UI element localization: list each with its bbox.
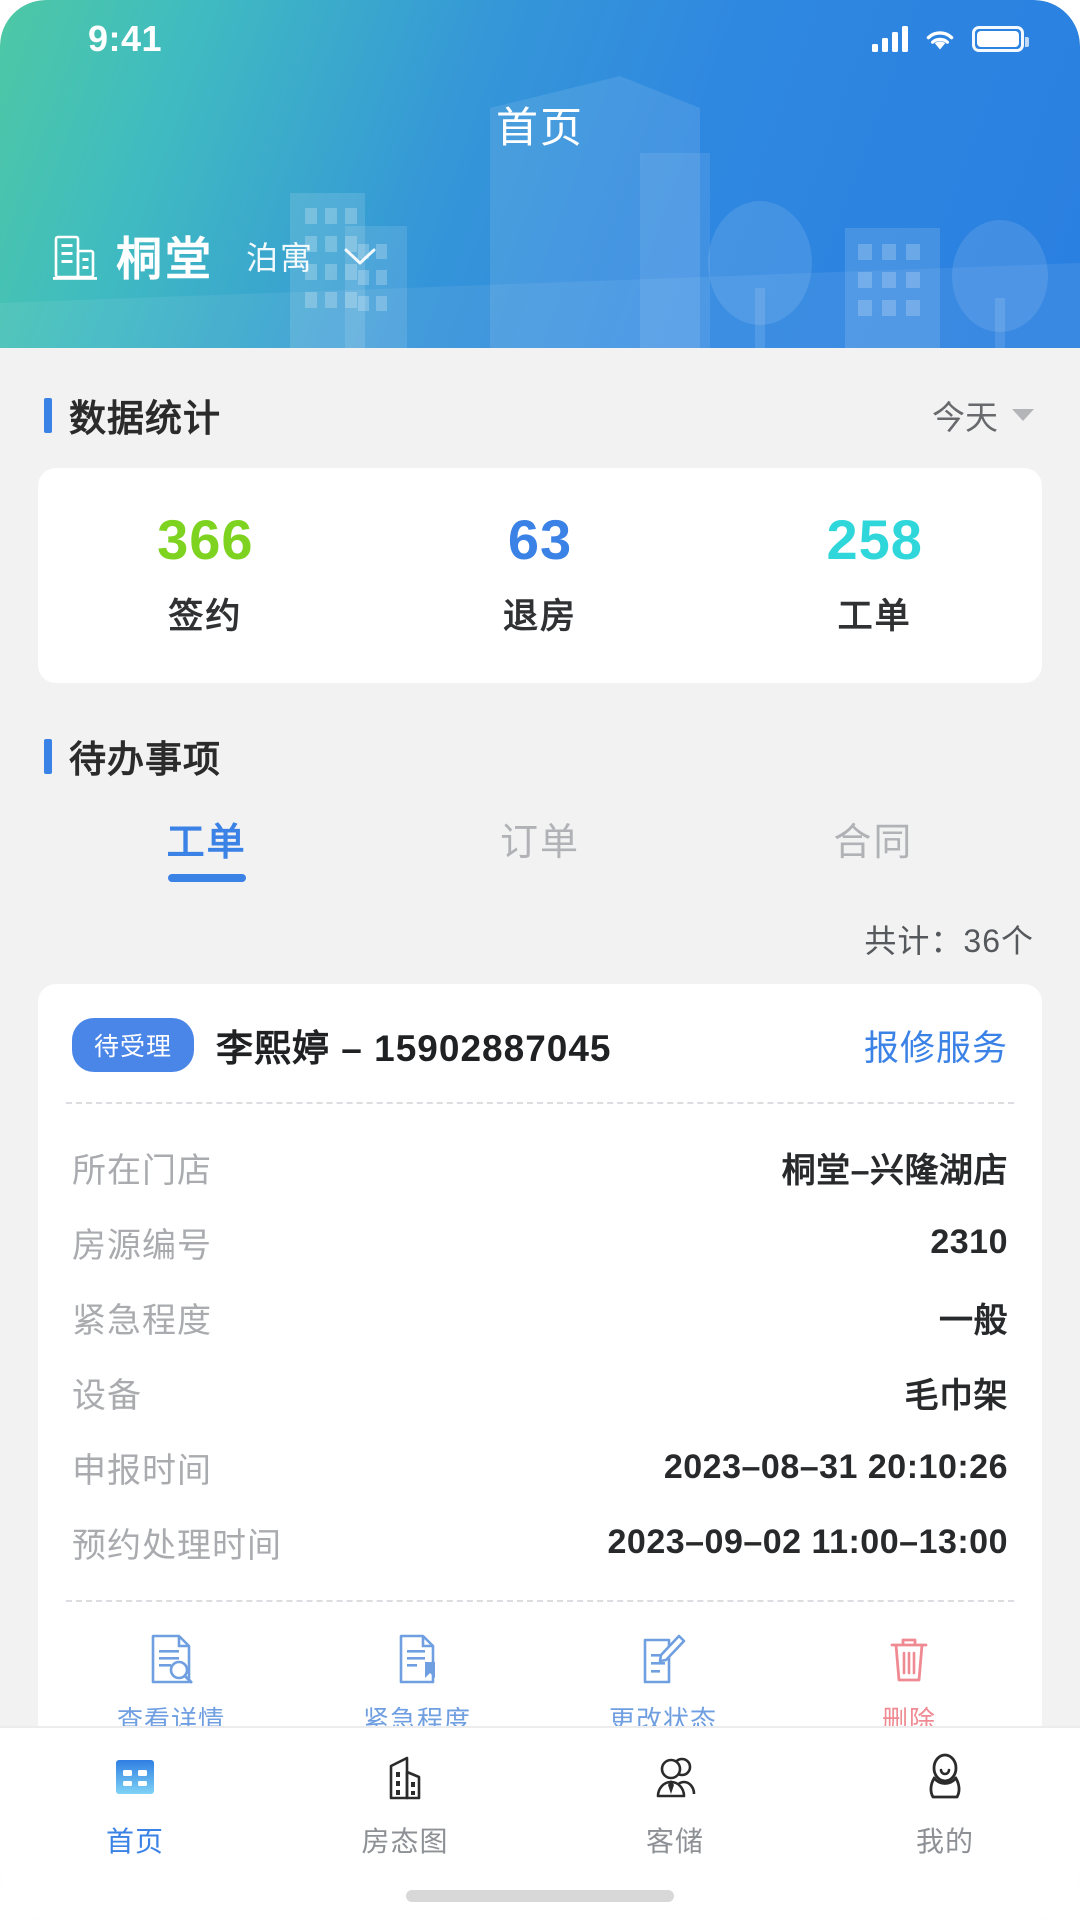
brand-sub-name: 泊寓 xyxy=(246,240,315,276)
todo-header: 待办事项 xyxy=(0,683,1080,789)
action-change-status[interactable]: 更改状态 xyxy=(540,1632,786,1737)
tabbar-item-home[interactable]: 首页 xyxy=(0,1750,270,1860)
app-header: 9:41 首页 桐堂 泊寓 xyxy=(0,0,1080,348)
person-circle-icon xyxy=(929,1753,961,1799)
detail-key: 紧急程度 xyxy=(72,1302,212,1341)
wifi-icon xyxy=(926,31,954,50)
tabbar-label: 首页 xyxy=(105,1826,164,1857)
work-order-details: 所在门店 桐堂–兴隆湖店 房源编号 2310 紧急程度 一般 设备 毛巾架 申报… xyxy=(38,1104,1042,1600)
statistics-title-text: 数据统计 xyxy=(69,398,221,439)
detail-value: 一般 xyxy=(939,1302,1008,1341)
stat-item-gongdan[interactable]: 258 工单 xyxy=(707,508,1042,639)
skyline-decoration xyxy=(0,76,1080,348)
status-bar: 9:41 xyxy=(0,0,1080,78)
detail-value: 2310 xyxy=(930,1223,1008,1262)
detail-key: 申报时间 xyxy=(72,1452,212,1491)
phone-screen: 9:41 首页 桐堂 泊寓 数据统计 今天 366 签约 63 退房 258 工… xyxy=(0,0,1080,1920)
stat-label: 签约 xyxy=(168,597,243,637)
todo-title: 待办事项 xyxy=(44,729,221,783)
stat-item-tuifang[interactable]: 63 退房 xyxy=(373,508,708,639)
detail-value: 桐堂–兴隆湖店 xyxy=(781,1152,1008,1191)
section-accent-bar xyxy=(44,397,52,433)
detail-value: 毛巾架 xyxy=(904,1377,1008,1416)
stat-value: 63 xyxy=(507,508,573,571)
action-view-details[interactable]: 查看详情 xyxy=(48,1632,294,1737)
main-content: 数据统计 今天 366 签约 63 退房 258 工单 待办事项 工单 订单 合… xyxy=(0,348,1080,1772)
tab-hetong[interactable]: 合同 xyxy=(707,811,1040,882)
bottom-tab-bar: 首页 房态图 客储 我的 xyxy=(0,1726,1080,1920)
stat-value: 366 xyxy=(157,508,254,571)
customer-name-phone: 李熙婷 – 15902887045 xyxy=(216,1028,612,1070)
stat-label: 工单 xyxy=(837,597,912,637)
date-range-label: 今天 xyxy=(932,399,998,436)
action-urgency[interactable]: 紧急程度 xyxy=(294,1632,540,1737)
doc-search-icon xyxy=(151,1635,193,1684)
tabbar-label: 客储 xyxy=(645,1826,704,1857)
status-icons xyxy=(872,26,1029,52)
tabbar-item-profile[interactable]: 我的 xyxy=(810,1750,1080,1860)
home-card-icon xyxy=(116,1760,154,1794)
tab-bar-items: 首页 房态图 客储 我的 xyxy=(0,1750,1080,1860)
brand-name: 桐堂 xyxy=(116,233,214,285)
building-outline-icon xyxy=(53,235,97,280)
doc-flag-icon xyxy=(399,1635,435,1684)
caret-down-icon xyxy=(1012,409,1034,421)
people-icon xyxy=(656,1757,696,1798)
detail-row: 所在门店 桐堂–兴隆湖店 xyxy=(72,1130,1008,1205)
todo-tabs: 工单 订单 合同 xyxy=(0,789,1080,882)
work-order-header: 待受理 李熙婷 – 15902887045 报修服务 xyxy=(38,984,1042,1102)
trash-icon xyxy=(890,1638,928,1682)
tab-label: 合同 xyxy=(833,822,914,865)
detail-value: 2023–08–31 20:10:26 xyxy=(663,1448,1008,1487)
doc-edit-icon xyxy=(643,1635,686,1684)
signal-bars-icon xyxy=(872,26,908,52)
tabbar-label: 房态图 xyxy=(361,1826,449,1857)
tab-dingdan[interactable]: 订单 xyxy=(373,811,706,882)
stat-value: 258 xyxy=(826,508,923,571)
service-type-link[interactable]: 报修服务 xyxy=(864,1020,1008,1071)
home-indicator xyxy=(406,1890,674,1902)
detail-row: 设备 毛巾架 xyxy=(72,1355,1008,1430)
detail-key: 预约处理时间 xyxy=(72,1527,282,1566)
tabbar-label: 我的 xyxy=(915,1826,974,1857)
todo-title-text: 待办事项 xyxy=(69,739,221,781)
detail-row: 房源编号 2310 xyxy=(72,1205,1008,1280)
stat-item-qianyue[interactable]: 366 签约 xyxy=(38,508,373,639)
statistics-header: 数据统计 今天 xyxy=(0,348,1080,468)
tab-label: 订单 xyxy=(499,822,580,865)
section-accent-bar xyxy=(44,738,52,774)
statistics-title: 数据统计 xyxy=(44,388,221,442)
battery-full-icon xyxy=(972,26,1029,52)
status-badge: 待受理 xyxy=(72,1018,195,1073)
statistics-card: 366 签约 63 退房 258 工单 xyxy=(38,468,1042,684)
page-title: 首页 xyxy=(495,104,584,151)
detail-row: 紧急程度 一般 xyxy=(72,1280,1008,1355)
action-delete[interactable]: 删除 xyxy=(786,1632,1032,1737)
detail-key: 房源编号 xyxy=(72,1227,212,1266)
detail-value: 2023–09–02 11:00–13:00 xyxy=(607,1523,1008,1562)
detail-row: 预约处理时间 2023–09–02 11:00–13:00 xyxy=(72,1505,1008,1580)
detail-key: 所在门店 xyxy=(72,1152,212,1191)
stat-label: 退房 xyxy=(503,597,578,637)
tab-gongdan[interactable]: 工单 xyxy=(40,811,373,882)
tabbar-item-customers[interactable]: 客储 xyxy=(540,1750,810,1860)
chevron-down-icon[interactable] xyxy=(338,241,382,271)
detail-row: 申报时间 2023–08–31 20:10:26 xyxy=(72,1430,1008,1505)
tab-label: 工单 xyxy=(166,822,247,865)
date-range-selector[interactable]: 今天 xyxy=(932,391,1034,439)
buildings-icon xyxy=(389,1756,421,1800)
brand-selector[interactable]: 桐堂 泊寓 xyxy=(0,223,1080,289)
detail-key: 设备 xyxy=(72,1377,142,1416)
status-time: 9:41 xyxy=(88,18,163,59)
work-order-card[interactable]: 待受理 李熙婷 – 15902887045 报修服务 所在门店 桐堂–兴隆湖店 … xyxy=(38,984,1042,1772)
tabbar-item-room-map[interactable]: 房态图 xyxy=(270,1750,540,1860)
total-count-text: 共计：36个 xyxy=(864,923,1034,960)
